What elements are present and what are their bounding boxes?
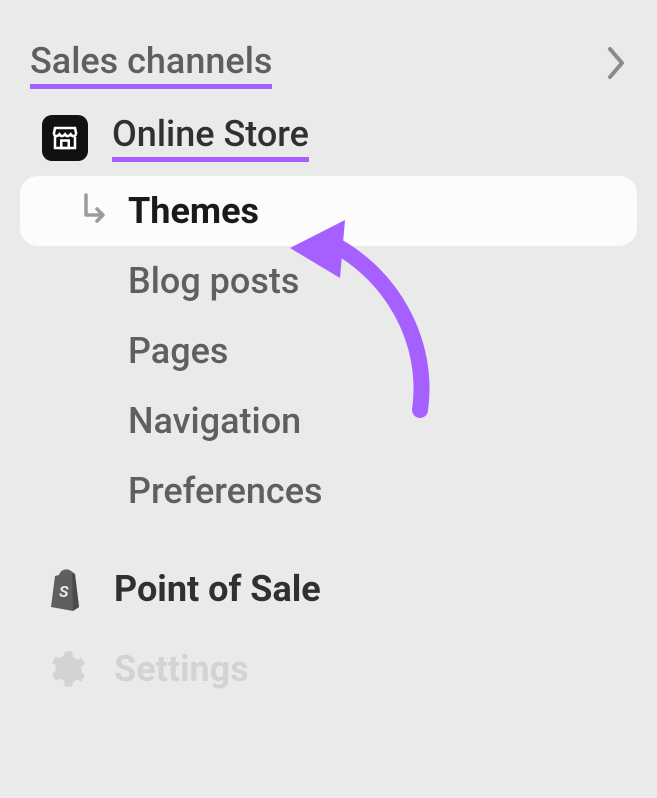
subitem-pages[interactable]: ↳ Pages bbox=[20, 316, 637, 386]
channel-label: Online Store bbox=[112, 113, 309, 162]
child-arrow-icon bbox=[80, 193, 108, 229]
svg-text:S: S bbox=[59, 582, 69, 601]
channel-point-of-sale[interactable]: S Point of Sale bbox=[42, 566, 627, 612]
subitem-preferences[interactable]: ↳ Preferences bbox=[20, 456, 637, 526]
store-icon bbox=[42, 115, 88, 161]
subitem-themes[interactable]: Themes bbox=[20, 176, 637, 246]
subitem-label: Navigation bbox=[128, 400, 301, 442]
subitem-label: Pages bbox=[128, 330, 228, 372]
gear-icon bbox=[42, 646, 88, 692]
subitem-blog-posts[interactable]: ↳ Blog posts bbox=[20, 246, 637, 316]
shopify-icon: S bbox=[42, 566, 88, 612]
section-title: Sales channels bbox=[30, 40, 272, 89]
settings-label: Settings bbox=[114, 648, 249, 690]
nav-settings[interactable]: Settings bbox=[42, 646, 627, 692]
subitem-navigation[interactable]: ↳ Navigation bbox=[20, 386, 637, 456]
channel-online-store[interactable]: Online Store bbox=[42, 113, 627, 162]
subitem-label: Blog posts bbox=[128, 260, 299, 302]
sales-channels-header[interactable]: Sales channels bbox=[30, 40, 627, 89]
subitem-label: Preferences bbox=[128, 470, 323, 512]
subitem-label: Themes bbox=[128, 190, 259, 232]
pos-label: Point of Sale bbox=[114, 568, 321, 610]
chevron-right-icon bbox=[607, 46, 627, 84]
